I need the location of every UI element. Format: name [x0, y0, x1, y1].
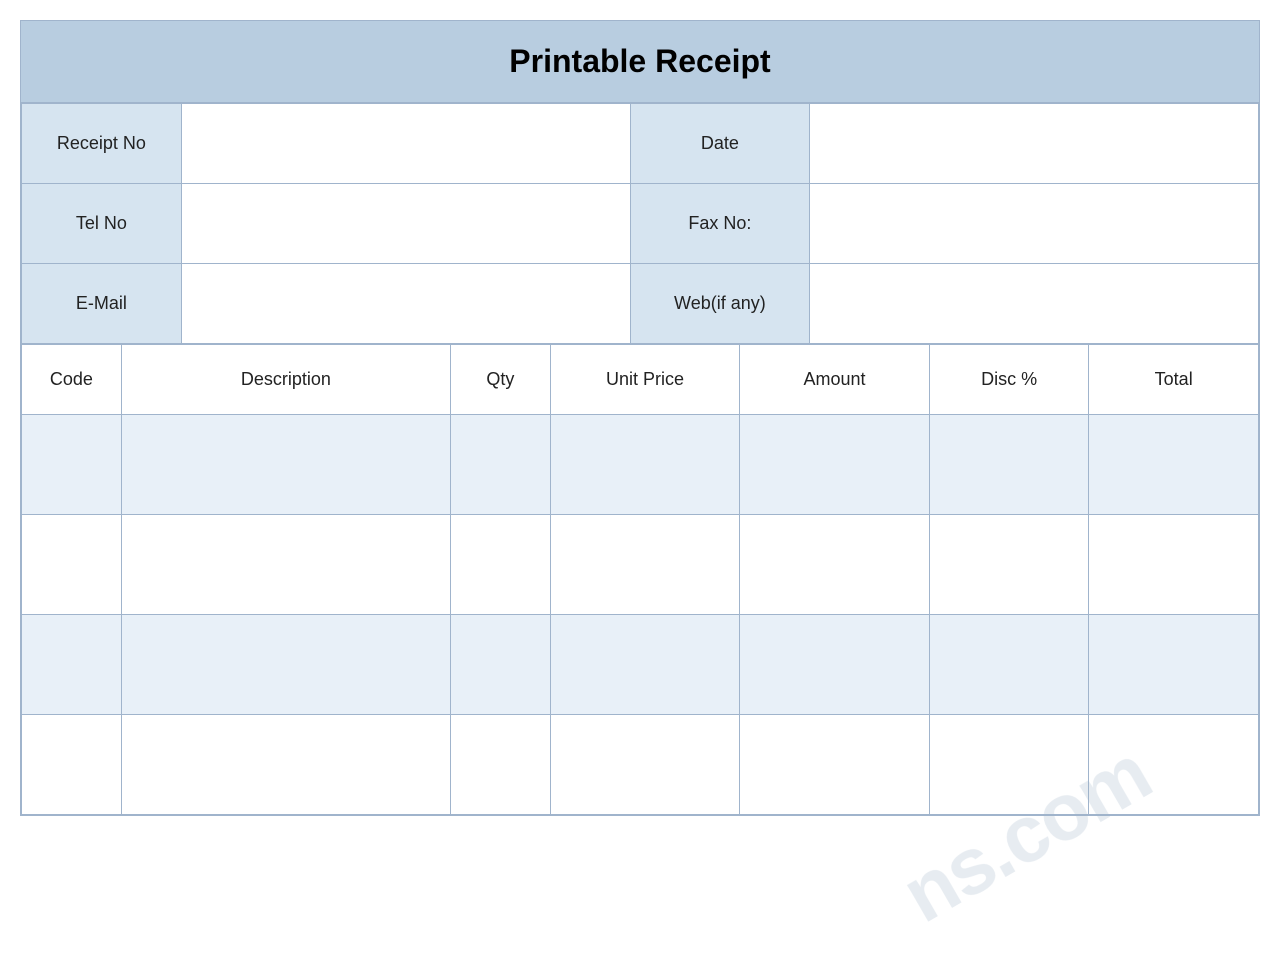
email-value — [181, 264, 630, 344]
cell-unit-price — [550, 715, 739, 815]
cell-disc — [929, 515, 1089, 615]
tel-no-label: Tel No — [22, 184, 182, 264]
table-row — [22, 715, 1259, 815]
fax-no-label: Fax No: — [630, 184, 810, 264]
col-header-qty: Qty — [450, 345, 550, 415]
cell-unit-price — [550, 415, 739, 515]
receipt-container: Printable Receipt Receipt No Date Tel No… — [20, 20, 1260, 816]
col-header-unit-price: Unit Price — [550, 345, 739, 415]
email-label: E-Mail — [22, 264, 182, 344]
cell-total — [1089, 715, 1259, 815]
cell-desc — [121, 515, 450, 615]
cell-amount — [740, 415, 930, 515]
cell-qty — [450, 515, 550, 615]
cell-desc — [121, 615, 450, 715]
items-table: Code Description Qty Unit Price Amount D… — [21, 344, 1259, 815]
cell-code — [22, 715, 122, 815]
receipt-no-label: Receipt No — [22, 104, 182, 184]
cell-amount — [740, 615, 930, 715]
web-value — [810, 264, 1259, 344]
cell-disc — [929, 415, 1089, 515]
col-header-disc: Disc % — [929, 345, 1089, 415]
items-header-row: Code Description Qty Unit Price Amount D… — [22, 345, 1259, 415]
cell-amount — [740, 515, 930, 615]
cell-qty — [450, 615, 550, 715]
cell-disc — [929, 615, 1089, 715]
fax-no-value — [810, 184, 1259, 264]
table-row — [22, 415, 1259, 515]
date-label: Date — [630, 104, 810, 184]
cell-qty — [450, 715, 550, 815]
tel-no-value — [181, 184, 630, 264]
cell-total — [1089, 615, 1259, 715]
info-row-tel: Tel No Fax No: — [22, 184, 1259, 264]
cell-unit-price — [550, 515, 739, 615]
info-table: Receipt No Date Tel No Fax No: E-Mail We… — [21, 103, 1259, 344]
cell-disc — [929, 715, 1089, 815]
cell-qty — [450, 415, 550, 515]
cell-code — [22, 415, 122, 515]
cell-unit-price — [550, 615, 739, 715]
info-row-receipt: Receipt No Date — [22, 104, 1259, 184]
cell-code — [22, 515, 122, 615]
cell-desc — [121, 415, 450, 515]
cell-code — [22, 615, 122, 715]
col-header-code: Code — [22, 345, 122, 415]
cell-amount — [740, 715, 930, 815]
receipt-no-value — [181, 104, 630, 184]
col-header-amount: Amount — [740, 345, 930, 415]
web-label: Web(if any) — [630, 264, 810, 344]
date-value — [810, 104, 1259, 184]
table-row — [22, 615, 1259, 715]
receipt-header: Printable Receipt — [21, 21, 1259, 103]
cell-total — [1089, 515, 1259, 615]
table-row — [22, 515, 1259, 615]
page-title: Printable Receipt — [31, 43, 1249, 80]
col-header-total: Total — [1089, 345, 1259, 415]
col-header-description: Description — [121, 345, 450, 415]
info-row-email: E-Mail Web(if any) — [22, 264, 1259, 344]
cell-total — [1089, 415, 1259, 515]
cell-desc — [121, 715, 450, 815]
